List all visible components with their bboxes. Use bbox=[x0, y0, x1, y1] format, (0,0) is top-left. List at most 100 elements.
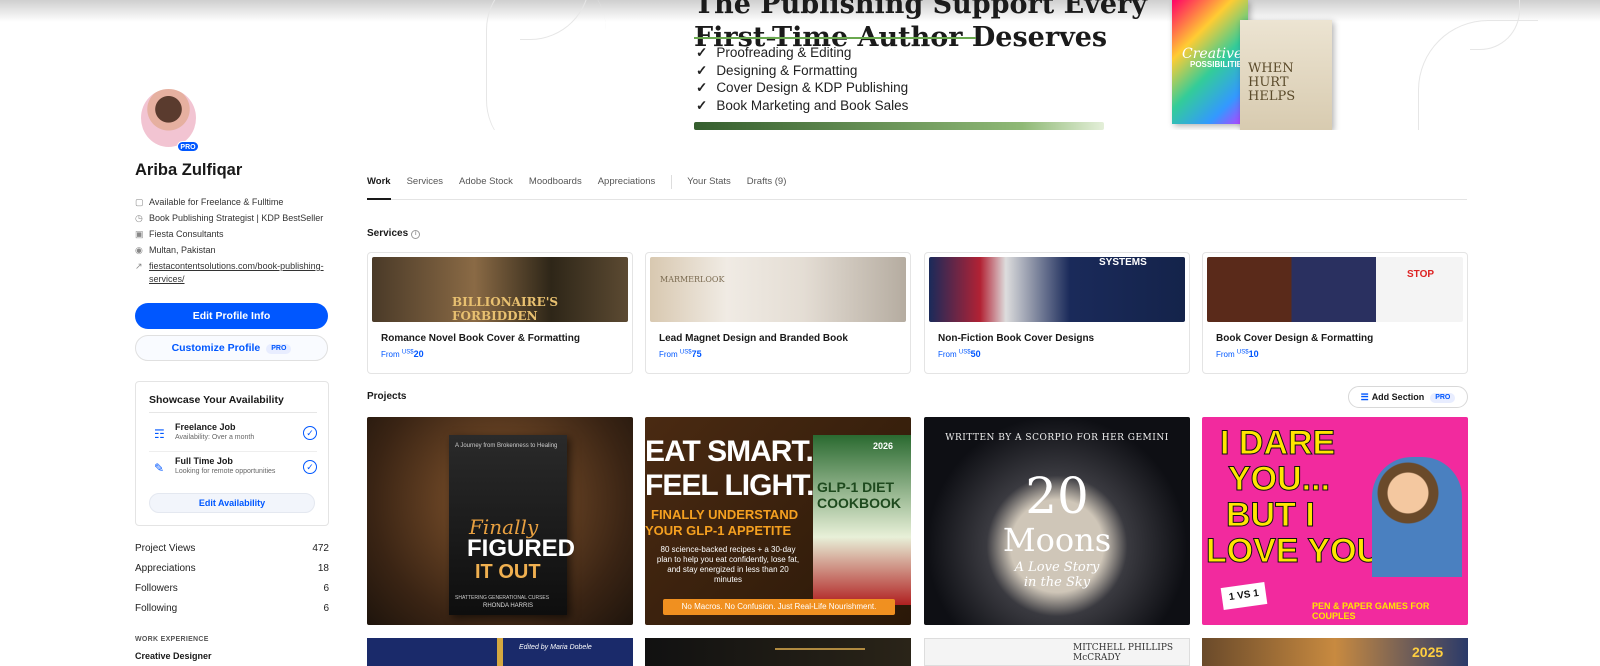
project-decor bbox=[775, 648, 865, 650]
project-card[interactable]: 2025 bbox=[1202, 638, 1468, 666]
project-card-finally-figured[interactable]: A Journey from Brokenness to Healing Fin… bbox=[367, 417, 633, 625]
price-amount: 50 bbox=[970, 349, 981, 359]
info-location: ◉ Multan, Pakistan bbox=[135, 244, 335, 257]
tab-services[interactable]: Services bbox=[407, 174, 443, 200]
project-text: SHATTERING GENERATIONAL CURSES bbox=[455, 595, 550, 601]
services-title: Services bbox=[367, 228, 409, 239]
service-card[interactable]: BILLIONAIRE'S FORBIDDEN Romance Novel Bo… bbox=[367, 252, 633, 374]
stat-value: 6 bbox=[323, 603, 329, 614]
service-image: BILLIONAIRE'S FORBIDDEN bbox=[372, 257, 628, 322]
price-from: From bbox=[938, 350, 957, 359]
service-card[interactable]: STOP Book Cover Design & Formatting From… bbox=[1202, 252, 1468, 374]
service-card[interactable]: SYSTEMS Non-Fiction Book Cover Designs F… bbox=[924, 252, 1190, 374]
project-headline: I DARE YOU... BUT I LOVE YOU bbox=[1205, 424, 1381, 570]
price-currency: US$ bbox=[1236, 349, 1249, 356]
tab-your-stats[interactable]: Your Stats bbox=[687, 174, 730, 200]
project-text: WRITTEN BY A SCORPIO FOR HER GEMINI bbox=[945, 433, 1169, 443]
project-text: No Macros. No Confusion. Just Real-Life … bbox=[663, 599, 895, 615]
project-card-eat-smart[interactable]: EAT SMART. FEEL LIGHT. FINALLY UNDERSTAN… bbox=[645, 417, 911, 625]
project-text: Edited by Maria Dobele bbox=[519, 644, 592, 651]
availability-fulltime[interactable]: ✎ Full Time Job Looking for remote oppor… bbox=[149, 452, 317, 486]
project-card-i-dare-you[interactable]: I DARE YOU... BUT I LOVE YOU 1 VS 1 PEN … bbox=[1202, 417, 1468, 625]
work-experience-role: Creative Designer bbox=[135, 651, 212, 661]
project-text: IT OUT bbox=[475, 561, 541, 583]
price-from: From bbox=[381, 350, 400, 359]
calendar-icon: ▢ bbox=[135, 197, 144, 207]
add-section-icon: ☰ bbox=[1360, 392, 1369, 402]
pro-pill: PRO bbox=[1430, 393, 1456, 403]
service-card[interactable]: MARMERLOOK Lead Magnet Design and Brande… bbox=[645, 252, 911, 374]
price-currency: US$ bbox=[958, 349, 971, 356]
project-text: 2026 bbox=[873, 441, 894, 451]
work-experience-label: WORK EXPERIENCE bbox=[135, 636, 209, 643]
tab-divider bbox=[671, 175, 673, 189]
tab-work[interactable]: Work bbox=[367, 174, 391, 200]
project-text: I DARE bbox=[1219, 424, 1336, 462]
project-book: A Journey from Brokenness to Healing Fin… bbox=[449, 435, 575, 615]
project-text: 20 bbox=[1025, 467, 1089, 525]
customize-label: Customize Profile bbox=[171, 342, 261, 354]
edit-profile-button[interactable]: Edit Profile Info bbox=[135, 303, 328, 329]
project-decor bbox=[497, 638, 503, 666]
project-card[interactable]: MITCHELL PHILLIPS McCRADY bbox=[924, 638, 1190, 666]
stat-followers[interactable]: Followers 6 bbox=[135, 583, 329, 603]
tab-moodboards[interactable]: Moodboards bbox=[529, 174, 582, 200]
info-text: Multan, Pakistan bbox=[149, 245, 216, 255]
projects-heading: Projects bbox=[367, 391, 407, 402]
price-amount: 10 bbox=[1248, 349, 1259, 359]
project-text: Moons bbox=[1002, 521, 1112, 559]
info-website: ↗ fiestacontentsolutions.com/book-publish… bbox=[135, 260, 335, 286]
info-icon[interactable]: i bbox=[411, 230, 421, 239]
project-card[interactable]: Edited by Maria Dobele bbox=[367, 638, 633, 666]
tab-drafts[interactable]: Drafts (9) bbox=[747, 174, 787, 200]
project-text: FINALLY UNDERSTAND bbox=[651, 507, 799, 522]
banner-bullet: Cover Design & KDP Publishing bbox=[696, 79, 908, 97]
add-section-button[interactable]: ☰ Add Section PRO bbox=[1348, 386, 1468, 408]
service-image-text: SYSTEMS bbox=[1099, 257, 1147, 268]
banner-book-creative: Creative POSSIBILITIES bbox=[1172, 0, 1248, 124]
info-text: Fiesta Consultants bbox=[149, 229, 224, 239]
stat-following[interactable]: Following 6 bbox=[135, 603, 329, 623]
pro-pill: PRO bbox=[266, 344, 292, 354]
availability-item-subtitle: Availability: Over a month bbox=[175, 434, 255, 441]
edit-availability-button[interactable]: Edit Availability bbox=[149, 493, 315, 513]
check-circle-icon: ✓ bbox=[303, 460, 317, 474]
project-card-20-moons[interactable]: WRITTEN BY A SCORPIO FOR HER GEMINI 20 M… bbox=[924, 417, 1190, 625]
website-link[interactable]: fiestacontentsolutions.com/book-publishi… bbox=[149, 260, 335, 286]
availability-freelance[interactable]: ☶ Freelance Job Availability: Over a mon… bbox=[149, 418, 317, 452]
project-text: 80 science-backed recipes + a 30-day pla… bbox=[656, 545, 800, 584]
availability-item-title: Full Time Job bbox=[175, 456, 233, 466]
project-illustration bbox=[1372, 457, 1462, 577]
service-image-text: MARMERLOOK bbox=[660, 275, 725, 284]
info-company: ▣ Fiesta Consultants bbox=[135, 228, 335, 241]
service-title: Lead Magnet Design and Branded Book bbox=[659, 333, 848, 344]
project-text: 1 VS 1 bbox=[1220, 582, 1268, 610]
tab-appreciations[interactable]: Appreciations bbox=[598, 174, 656, 200]
service-title: Book Cover Design & Formatting bbox=[1216, 333, 1374, 344]
service-image: MARMERLOOK bbox=[650, 257, 906, 322]
pro-badge: PRO bbox=[177, 141, 199, 152]
project-book: 2026 GLP-1 DIET COOKBOOK bbox=[813, 435, 911, 605]
info-text: Book Publishing Strategist | KDP BestSel… bbox=[149, 213, 324, 223]
project-text: FEEL LIGHT. bbox=[645, 469, 814, 502]
services-heading: Services i bbox=[367, 228, 421, 239]
project-card[interactable] bbox=[645, 638, 911, 666]
availability-item-subtitle: Looking for remote opportunities bbox=[175, 468, 276, 475]
service-title: Non-Fiction Book Cover Designs bbox=[938, 333, 1095, 344]
customize-profile-button[interactable]: Customize Profile PRO bbox=[135, 335, 328, 361]
freelance-icon: ☶ bbox=[154, 427, 165, 441]
service-title: Romance Novel Book Cover & Formatting bbox=[381, 333, 580, 344]
service-image-text: STOP bbox=[1407, 269, 1435, 280]
add-section-label: Add Section bbox=[1371, 392, 1425, 402]
external-link-icon: ↗ bbox=[135, 261, 143, 271]
banner-green-bar bbox=[694, 122, 1104, 130]
avatar[interactable] bbox=[141, 89, 196, 147]
service-image-text: BILLIONAIRE'S FORBIDDEN bbox=[452, 295, 559, 322]
project-text: YOUR GLP-1 APPETITE bbox=[645, 523, 792, 538]
info-headline: ◷ Book Publishing Strategist | KDP BestSe… bbox=[135, 212, 335, 225]
service-price: From US$50 bbox=[938, 349, 981, 359]
info-availability: ▢ Available for Freelance & Fulltime bbox=[135, 196, 335, 209]
tab-adobe-stock[interactable]: Adobe Stock bbox=[459, 174, 513, 200]
stat-label: Appreciations bbox=[135, 563, 196, 574]
availability-card: Showcase Your Availability ☶ Freelance J… bbox=[135, 381, 329, 526]
